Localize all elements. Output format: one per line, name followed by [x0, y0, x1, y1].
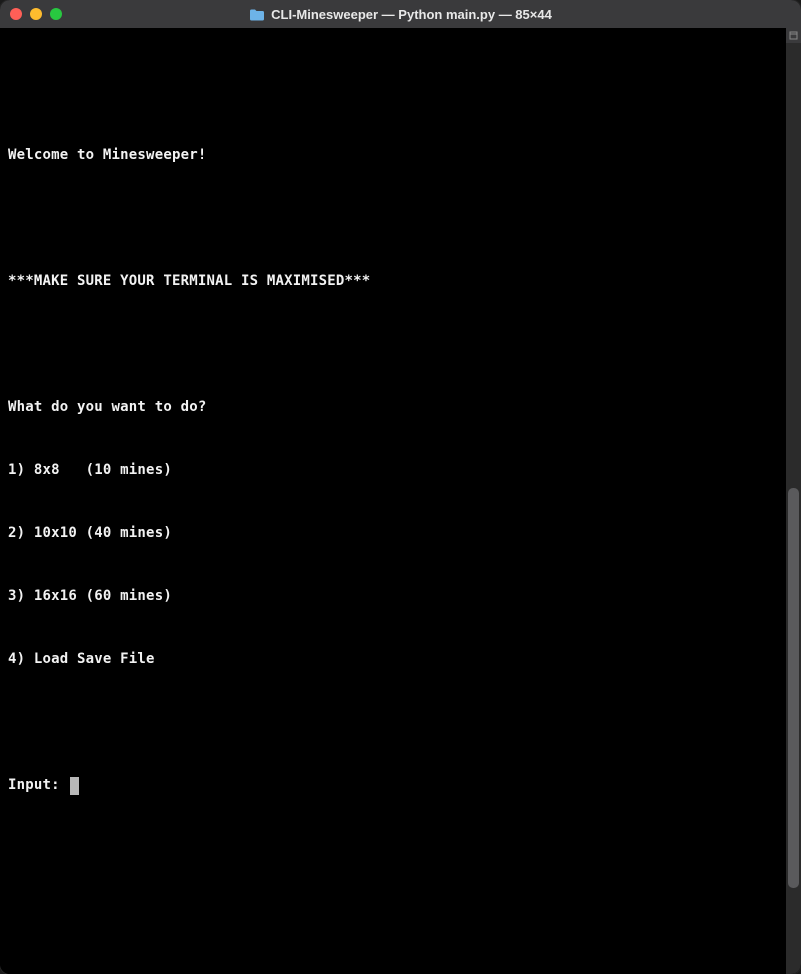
close-button[interactable]	[10, 8, 22, 20]
traffic-lights	[10, 8, 62, 20]
terminal-line	[8, 208, 778, 229]
window-title: CLI-Minesweeper — Python main.py — 85×44	[271, 7, 552, 22]
terminal-line: 4) Load Save File	[8, 649, 778, 670]
terminal-line: ***MAKE SURE YOUR TERMINAL IS MAXIMISED*…	[8, 271, 778, 292]
scrollbar-track[interactable]	[786, 28, 801, 974]
cursor	[70, 777, 79, 795]
minimize-button[interactable]	[30, 8, 42, 20]
terminal-line	[8, 334, 778, 355]
terminal-line: 3) 16x16 (60 mines)	[8, 586, 778, 607]
terminal-line: 1) 8x8 (10 mines)	[8, 460, 778, 481]
terminal-line: Welcome to Minesweeper!	[8, 145, 778, 166]
maximize-button[interactable]	[50, 8, 62, 20]
terminal-line: 2) 10x10 (40 mines)	[8, 523, 778, 544]
scrollbar-top-button[interactable]	[786, 28, 801, 43]
terminal-content[interactable]: Welcome to Minesweeper! ***MAKE SURE YOU…	[0, 28, 786, 974]
terminal-line	[8, 712, 778, 733]
titlebar[interactable]: CLI-Minesweeper — Python main.py — 85×44	[0, 0, 801, 28]
terminal-line: What do you want to do?	[8, 397, 778, 418]
terminal-window: CLI-Minesweeper — Python main.py — 85×44…	[0, 0, 801, 974]
input-prompt-label: Input:	[8, 775, 68, 796]
scrollbar-thumb[interactable]	[788, 488, 799, 888]
title-wrap: CLI-Minesweeper — Python main.py — 85×44	[0, 7, 801, 22]
input-prompt-line[interactable]: Input:	[8, 775, 778, 796]
folder-icon	[249, 8, 265, 20]
terminal-line	[8, 82, 778, 103]
terminal-body: Welcome to Minesweeper! ***MAKE SURE YOU…	[0, 28, 801, 974]
